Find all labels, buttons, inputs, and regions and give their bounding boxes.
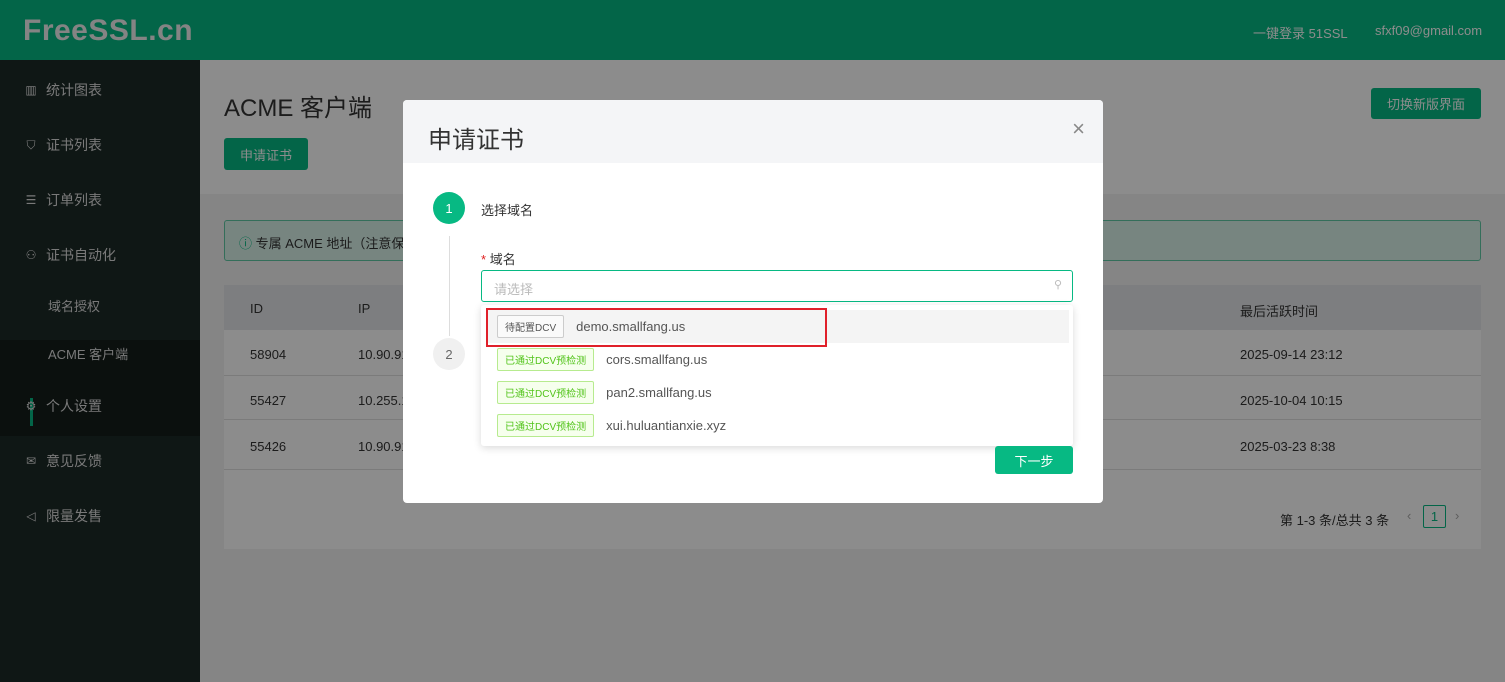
dcv-status-tag: 已通过DCV预检测: [497, 348, 595, 371]
apply-cert-modal: 申请证书 × 1 选择域名 2 * 域名 请选择 ⚲ 待配置DCV demo.sma…: [403, 100, 1103, 503]
search-icon: ⚲: [1053, 279, 1062, 291]
highlight-box: [486, 308, 827, 347]
modal-title: 申请证书: [403, 100, 1103, 163]
option-domain: pan2.smallfang.us: [606, 385, 712, 400]
close-icon[interactable]: ×: [1072, 116, 1085, 142]
step-connector: [449, 236, 450, 336]
option-domain: cors.smallfang.us: [606, 352, 708, 367]
domain-option[interactable]: 已通过DCV预检测 pan2.smallfang.us: [486, 376, 1069, 409]
domain-select[interactable]: 请选择 ⚲: [481, 270, 1073, 302]
domain-field-label: * 域名: [481, 249, 516, 268]
dcv-status-tag: 已通过DCV预检测: [497, 381, 595, 404]
step-1-indicator: 1: [433, 192, 465, 224]
dcv-status-tag: 已通过DCV预检测: [497, 414, 595, 437]
domain-option[interactable]: 已通过DCV预检测 xui.huluantianxie.xyz: [486, 409, 1069, 442]
step-1-label: 选择域名: [481, 203, 534, 218]
domain-option[interactable]: 已通过DCV预检测 cors.smallfang.us: [486, 343, 1069, 376]
required-mark: *: [481, 252, 487, 267]
step-2-indicator: 2: [433, 338, 465, 370]
option-domain: xui.huluantianxie.xyz: [606, 418, 727, 433]
next-step-button[interactable]: 下一步: [995, 446, 1073, 474]
field-label-text: 域名: [489, 252, 516, 267]
domain-select-placeholder: 请选择: [494, 282, 534, 297]
